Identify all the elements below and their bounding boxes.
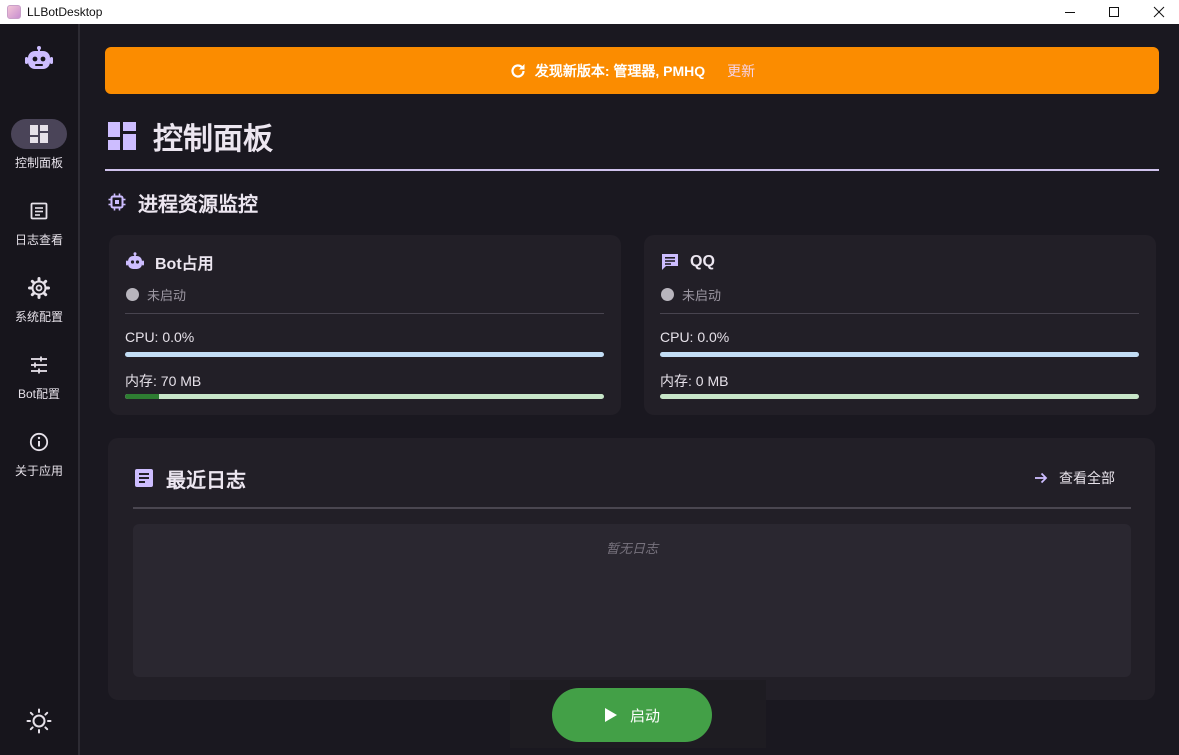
log-icon	[135, 469, 153, 487]
info-icon	[29, 432, 49, 452]
status-dot	[661, 288, 674, 301]
cpu-progress-bar	[125, 352, 604, 357]
title-bar: LLBotDesktop	[0, 0, 1179, 24]
bot-icon	[126, 252, 144, 269]
page-header: 控制面板	[107, 116, 273, 156]
sidebar-item-logs[interactable]: 日志查看	[0, 196, 78, 248]
update-message: 发现新版本: 管理器, PMHQ	[534, 62, 706, 79]
card-title: QQ	[690, 253, 715, 270]
gear-icon	[28, 277, 50, 299]
sidebar-item-label: 关于应用	[14, 464, 63, 478]
sidebar-item-label: Bot配置	[17, 387, 60, 401]
dashboard-icon	[30, 125, 48, 143]
tune-icon	[31, 356, 47, 374]
update-banner: 发现新版本: 管理器, PMHQ 更新	[105, 47, 1159, 94]
cpu-label: CPU: 0.0%	[660, 329, 730, 345]
card-divider	[125, 313, 604, 314]
memory-label: 内存: 70 MB	[125, 373, 202, 389]
qq-resource-card: QQ 未启动 CPU: 0.0% 内存: 0 MB	[644, 235, 1156, 415]
logs-divider	[133, 507, 1131, 509]
memory-progress-fill	[125, 394, 159, 399]
theme-toggle-sun-icon[interactable]	[26, 708, 52, 734]
bot-resource-card: Bot占用 未启动 CPU: 0.0% 内存: 70 MB	[109, 235, 621, 415]
memory-progress-bar	[125, 394, 604, 399]
update-link[interactable]: 更新	[727, 61, 755, 81]
status-dot	[126, 288, 139, 301]
chip-icon	[108, 193, 126, 211]
play-icon	[604, 708, 617, 722]
maximize-button[interactable]	[1091, 0, 1137, 24]
sidebar-item-about[interactable]: 关于应用	[0, 427, 78, 479]
status-indicator: 未启动	[126, 285, 186, 304]
start-button-label: 启动	[629, 707, 660, 725]
dashboard-icon	[108, 122, 136, 150]
minimize-icon	[1065, 12, 1075, 13]
sidebar-item-system-config[interactable]: 系统配置	[0, 273, 78, 325]
sidebar-item-indicator	[11, 119, 67, 149]
card-divider	[660, 313, 1139, 314]
app-icon	[7, 5, 21, 19]
sidebar-item-label: 控制面板	[14, 156, 63, 170]
recent-logs-card: 最近日志 查看全部 暂无日志	[108, 438, 1155, 700]
chat-icon	[662, 254, 678, 270]
start-button[interactable]: 启动	[552, 688, 712, 742]
log-icon	[30, 202, 48, 220]
sidebar-item-dashboard[interactable]: 控制面板	[0, 119, 78, 171]
close-icon	[1153, 6, 1165, 18]
status-text: 未启动	[147, 288, 187, 303]
maximize-icon	[1109, 7, 1119, 17]
log-list: 暂无日志	[133, 524, 1131, 677]
main-content: 发现新版本: 管理器, PMHQ 更新 控制面板 进程资源监控 Bot占用 未启…	[80, 24, 1179, 755]
window-title: LLBotDesktop	[27, 5, 103, 19]
memory-progress-bar	[660, 394, 1139, 399]
sidebar-item-label: 系统配置	[14, 310, 63, 324]
minimize-button[interactable]	[1047, 0, 1093, 24]
refresh-icon	[511, 63, 525, 78]
status-text: 未启动	[682, 288, 722, 303]
view-all-label: 查看全部	[1059, 470, 1115, 486]
memory-label: 内存: 0 MB	[660, 373, 729, 389]
page-title: 控制面板	[153, 123, 273, 156]
cpu-progress-bar	[660, 352, 1139, 357]
card-title: Bot占用	[155, 256, 214, 273]
status-indicator: 未启动	[661, 285, 721, 304]
cpu-label: CPU: 0.0%	[125, 329, 195, 345]
sidebar-item-bot-config[interactable]: Bot配置	[0, 350, 78, 402]
empty-log-message: 暂无日志	[605, 541, 658, 556]
view-all-logs-button[interactable]: 查看全部	[1033, 468, 1115, 488]
monitor-section-header: 进程资源监控	[108, 188, 258, 216]
sidebar: 控制面板 日志查看 系统配置 Bot配置 关于应用	[0, 24, 80, 755]
header-divider	[105, 169, 1159, 171]
recent-logs-title: 最近日志	[166, 469, 246, 492]
monitor-section-title: 进程资源监控	[138, 193, 258, 216]
bot-logo-icon	[25, 46, 53, 69]
sidebar-item-label: 日志查看	[14, 233, 63, 247]
arrow-right-icon	[1035, 472, 1048, 484]
close-button[interactable]	[1136, 0, 1179, 24]
